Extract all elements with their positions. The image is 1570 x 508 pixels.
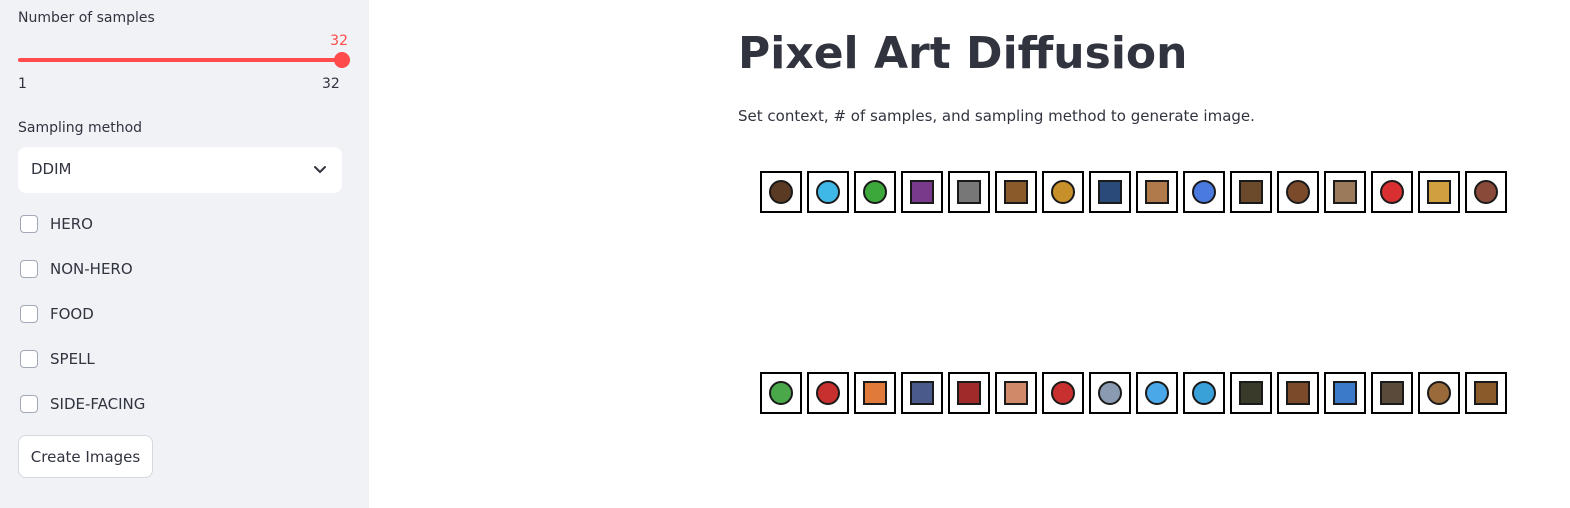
weapon-sprite-icon — [1474, 381, 1498, 405]
sprite-tile — [760, 171, 802, 213]
chest-sprite-icon — [1333, 180, 1357, 204]
sprite-tile — [1418, 171, 1460, 213]
samples-slider-track[interactable] — [18, 58, 342, 62]
sprite-tile — [1042, 372, 1084, 414]
checkbox-box[interactable] — [20, 350, 38, 368]
checkbox-label: FOOD — [50, 305, 94, 323]
sprite-tile — [1230, 171, 1272, 213]
creature-sprite-icon — [863, 180, 887, 204]
potion-sprite-icon — [863, 381, 887, 405]
checkbox-box[interactable] — [20, 260, 38, 278]
sprite-tile — [1324, 372, 1366, 414]
sprite-tile — [807, 171, 849, 213]
checkbox-label: SIDE-FACING — [50, 395, 146, 413]
sprite-tile — [1136, 171, 1178, 213]
sprite-tile — [1230, 372, 1272, 414]
checkbox-label: HERO — [50, 215, 93, 233]
sprite-tile — [901, 171, 943, 213]
coin-sprite-icon — [1051, 180, 1075, 204]
sprite-tile — [1183, 171, 1225, 213]
samples-slider-min: 1 — [18, 76, 27, 92]
sprite-tile — [1371, 171, 1413, 213]
sprite-tile — [995, 171, 1037, 213]
samples-slider-label: Number of samples — [18, 10, 155, 26]
sampling-method-value: DDIM — [31, 160, 72, 178]
page-description: Set context, # of samples, and sampling … — [738, 107, 1255, 125]
samples-slider-value: 32 — [330, 33, 348, 49]
sprite-tile — [1277, 372, 1319, 414]
checkbox-label: NON-HERO — [50, 260, 133, 278]
samples-slider-max: 32 — [322, 76, 340, 92]
food-sprite-icon — [769, 381, 793, 405]
sprite-tile — [854, 171, 896, 213]
book-sprite-icon — [1239, 180, 1263, 204]
checkbox-side-facing[interactable]: SIDE-FACING — [20, 395, 145, 413]
orb-sprite-icon — [1098, 381, 1122, 405]
orb-sprite-icon — [1474, 180, 1498, 204]
page-title: Pixel Art Diffusion — [738, 28, 1188, 79]
checkbox-label: SPELL — [50, 350, 95, 368]
sprite-tile — [1042, 171, 1084, 213]
scroll-sprite-icon — [1004, 381, 1028, 405]
sprite-row-2 — [760, 372, 1507, 414]
creature-sprite-icon — [816, 180, 840, 204]
weapon-sprite-icon — [957, 381, 981, 405]
book-sprite-icon — [1239, 381, 1263, 405]
sprite-tile — [948, 372, 990, 414]
sprite-tile — [995, 372, 1037, 414]
checkbox-hero[interactable]: HERO — [20, 215, 93, 233]
sprite-tile — [1465, 372, 1507, 414]
creature-sprite-icon — [1192, 381, 1216, 405]
sprite-tile — [807, 372, 849, 414]
sidebar: Number of samples 32 1 32 Sampling metho… — [0, 0, 369, 508]
sprite-tile — [1371, 372, 1413, 414]
character-sprite-icon — [910, 180, 934, 204]
sprite-tile — [1183, 372, 1225, 414]
shield-sprite-icon — [1004, 180, 1028, 204]
character-sprite-icon — [1380, 381, 1404, 405]
creature-sprite-icon — [1192, 180, 1216, 204]
sprite-tile — [1089, 171, 1131, 213]
checkbox-box[interactable] — [20, 395, 38, 413]
pouch-sprite-icon — [1051, 381, 1075, 405]
checkbox-food[interactable]: FOOD — [20, 305, 94, 323]
box-sprite-icon — [1098, 180, 1122, 204]
sprite-tile — [854, 372, 896, 414]
weapon-sprite-icon — [1333, 381, 1357, 405]
sprite-tile — [1324, 171, 1366, 213]
checkbox-box[interactable] — [20, 305, 38, 323]
bow-sprite-icon — [1286, 381, 1310, 405]
create-images-button[interactable]: Create Images — [18, 435, 153, 478]
chevron-down-icon — [314, 166, 326, 173]
sprite-row-1 — [760, 171, 1507, 213]
sampling-method-select[interactable]: DDIM — [18, 147, 342, 193]
sprite-tile — [1418, 372, 1460, 414]
checkbox-non-hero[interactable]: NON-HERO — [20, 260, 133, 278]
sprite-tile — [760, 372, 802, 414]
creature-sprite-icon — [1145, 381, 1169, 405]
food-sprite-icon — [1286, 180, 1310, 204]
creature-sprite-icon — [1380, 180, 1404, 204]
sprite-tile — [1089, 372, 1131, 414]
chest-sprite-icon — [910, 381, 934, 405]
potion-sprite-icon — [1427, 180, 1451, 204]
food-sprite-icon — [1427, 381, 1451, 405]
face-sprite-icon — [769, 180, 793, 204]
sprite-tile — [1277, 171, 1319, 213]
checkbox-box[interactable] — [20, 215, 38, 233]
samples-slider-thumb[interactable] — [334, 52, 350, 68]
creature-sprite-icon — [816, 381, 840, 405]
sprite-tile — [1465, 171, 1507, 213]
scroll-sprite-icon — [1145, 180, 1169, 204]
sprite-tile — [1136, 372, 1178, 414]
checkbox-spell[interactable]: SPELL — [20, 350, 95, 368]
sprite-tile — [948, 171, 990, 213]
bow-sprite-icon — [957, 180, 981, 204]
sprite-tile — [901, 372, 943, 414]
sampling-method-label: Sampling method — [18, 120, 143, 136]
